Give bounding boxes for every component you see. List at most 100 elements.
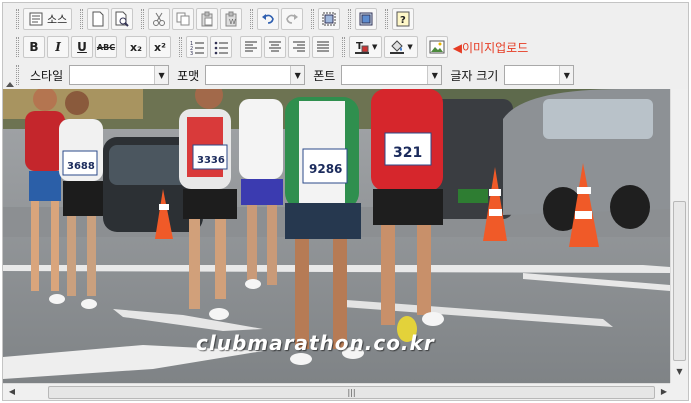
source-label: 소스 xyxy=(47,13,68,26)
chevron-down-icon: ▼ xyxy=(372,43,378,51)
insert-image-button[interactable] xyxy=(425,36,448,58)
svg-text:W: W xyxy=(229,18,236,26)
maximize-button[interactable] xyxy=(355,8,378,30)
help-icon: ? xyxy=(396,11,410,27)
svg-text:3: 3 xyxy=(190,51,193,55)
vertical-scrollbar[interactable]: ▼ xyxy=(670,89,688,383)
select-all-icon xyxy=(322,12,336,26)
cut-button[interactable] xyxy=(148,8,171,30)
bib-number-4: 321 xyxy=(393,145,422,161)
font-size-label: 글자 크기 xyxy=(450,68,499,83)
copy-button[interactable] xyxy=(172,8,195,30)
toolbar-grip xyxy=(16,65,19,85)
format-select-value xyxy=(206,66,290,84)
chevron-down-icon: ▼ xyxy=(154,66,169,84)
scroll-right-arrow[interactable]: ▶ xyxy=(657,385,671,399)
photo-watermark: clubmarathon.co.kr xyxy=(196,331,435,355)
toolbar-row-1: 소스 W ? xyxy=(15,6,415,32)
redo-button[interactable] xyxy=(281,8,304,30)
paste-word-icon: W xyxy=(225,11,237,27)
align-left-icon xyxy=(245,41,257,52)
maximize-icon xyxy=(359,12,373,26)
editor-content[interactable]: 3688 3336 9286 321 clubmarathon.co.kr xyxy=(3,89,670,383)
cut-icon xyxy=(153,12,166,26)
new-page-icon xyxy=(92,11,104,27)
bulleted-list-icon xyxy=(214,41,228,55)
copy-icon xyxy=(176,12,190,26)
italic-label: I xyxy=(55,40,61,54)
toolbar-grip xyxy=(348,9,352,29)
toolbar-grip xyxy=(16,37,19,57)
scroll-down-arrow[interactable]: ▼ xyxy=(673,365,686,379)
bib-number-3: 9286 xyxy=(309,162,342,176)
image-upload-link[interactable]: ◀이미지업로드 xyxy=(453,39,528,56)
preview-button[interactable] xyxy=(111,8,134,30)
font-select[interactable]: ▼ xyxy=(341,65,443,85)
horizontal-scrollbar[interactable]: ◀ ||| ▶ xyxy=(3,383,688,400)
align-left-button[interactable] xyxy=(240,36,262,58)
numbered-list-button[interactable]: 123 xyxy=(186,36,208,58)
font-label: 폰트 xyxy=(313,68,336,83)
source-button[interactable]: 소스 xyxy=(23,8,73,30)
numbered-list-icon: 123 xyxy=(190,41,204,55)
align-center-icon xyxy=(269,41,281,52)
paint-bucket-icon xyxy=(390,40,405,54)
align-center-button[interactable] xyxy=(264,36,286,58)
align-justify-icon xyxy=(317,41,329,52)
font-select-value xyxy=(342,66,427,84)
bib-number-2: 3336 xyxy=(197,155,225,166)
chevron-down-icon: ▼ xyxy=(559,66,574,84)
strikethrough-button[interactable]: ABC xyxy=(95,36,117,58)
about-button[interactable]: ? xyxy=(392,8,415,30)
svg-text:?: ? xyxy=(400,15,406,26)
chevron-down-icon: ▼ xyxy=(427,66,442,84)
style-select-value xyxy=(70,66,154,84)
paste-icon xyxy=(201,11,213,27)
font-size-select[interactable]: ▼ xyxy=(504,65,575,85)
italic-button[interactable]: I xyxy=(47,36,69,58)
bulleted-list-button[interactable] xyxy=(210,36,232,58)
source-icon xyxy=(29,12,43,26)
underline-label: U xyxy=(77,40,87,54)
align-justify-button[interactable] xyxy=(312,36,334,58)
bib-number-1: 3688 xyxy=(67,161,95,172)
undo-button[interactable] xyxy=(257,8,280,30)
preview-icon xyxy=(115,11,129,27)
horizontal-scrollbar-thumb[interactable]: ||| xyxy=(48,386,655,399)
toolbar-grip xyxy=(179,37,182,57)
text-color-button[interactable]: T ▼ xyxy=(349,36,383,58)
style-select[interactable]: ▼ xyxy=(69,65,170,85)
toolbar-grip xyxy=(342,37,345,57)
chevron-down-icon: ▼ xyxy=(407,43,413,51)
subscript-button[interactable]: x₂ xyxy=(125,36,147,58)
subscript-label: x₂ xyxy=(130,40,142,54)
bold-button[interactable]: B xyxy=(23,36,45,58)
redo-icon xyxy=(286,14,299,24)
rich-text-editor: 소스 W ? B I U ABC x₂ x² 1 2 3 T ▼ ▼ ◀이미지업… xyxy=(2,2,689,401)
toolbar-grip xyxy=(311,9,315,29)
strikethrough-label: ABC xyxy=(96,42,116,52)
superscript-label: x² xyxy=(154,40,166,54)
chevron-down-icon: ▼ xyxy=(290,66,305,84)
background-color-button[interactable]: ▼ xyxy=(384,36,418,58)
select-all-button[interactable] xyxy=(318,8,341,30)
scrollbar-corner xyxy=(670,383,688,400)
format-select[interactable]: ▼ xyxy=(205,65,306,85)
style-label: 스타일 xyxy=(30,68,64,83)
underline-button[interactable]: U xyxy=(71,36,93,58)
scroll-left-arrow[interactable]: ◀ xyxy=(5,385,19,399)
paste-button[interactable] xyxy=(196,8,219,30)
toolbar-grip xyxy=(141,9,145,29)
paste-word-button[interactable]: W xyxy=(220,8,243,30)
toolbar-collapse-toggle[interactable] xyxy=(6,82,14,87)
font-size-select-value xyxy=(505,66,559,84)
format-label: 포맷 xyxy=(177,68,200,83)
superscript-button[interactable]: x² xyxy=(149,36,171,58)
new-page-button[interactable] xyxy=(87,8,110,30)
undo-icon xyxy=(262,14,275,24)
toolbar-row-2: B I U ABC x₂ x² 123 T ▼ ▼ ◀이미지업로드 xyxy=(15,34,528,60)
align-right-button[interactable] xyxy=(288,36,310,58)
vertical-scrollbar-thumb[interactable] xyxy=(673,201,686,361)
toolbar-grip xyxy=(80,9,84,29)
toolbar-grip xyxy=(385,9,389,29)
